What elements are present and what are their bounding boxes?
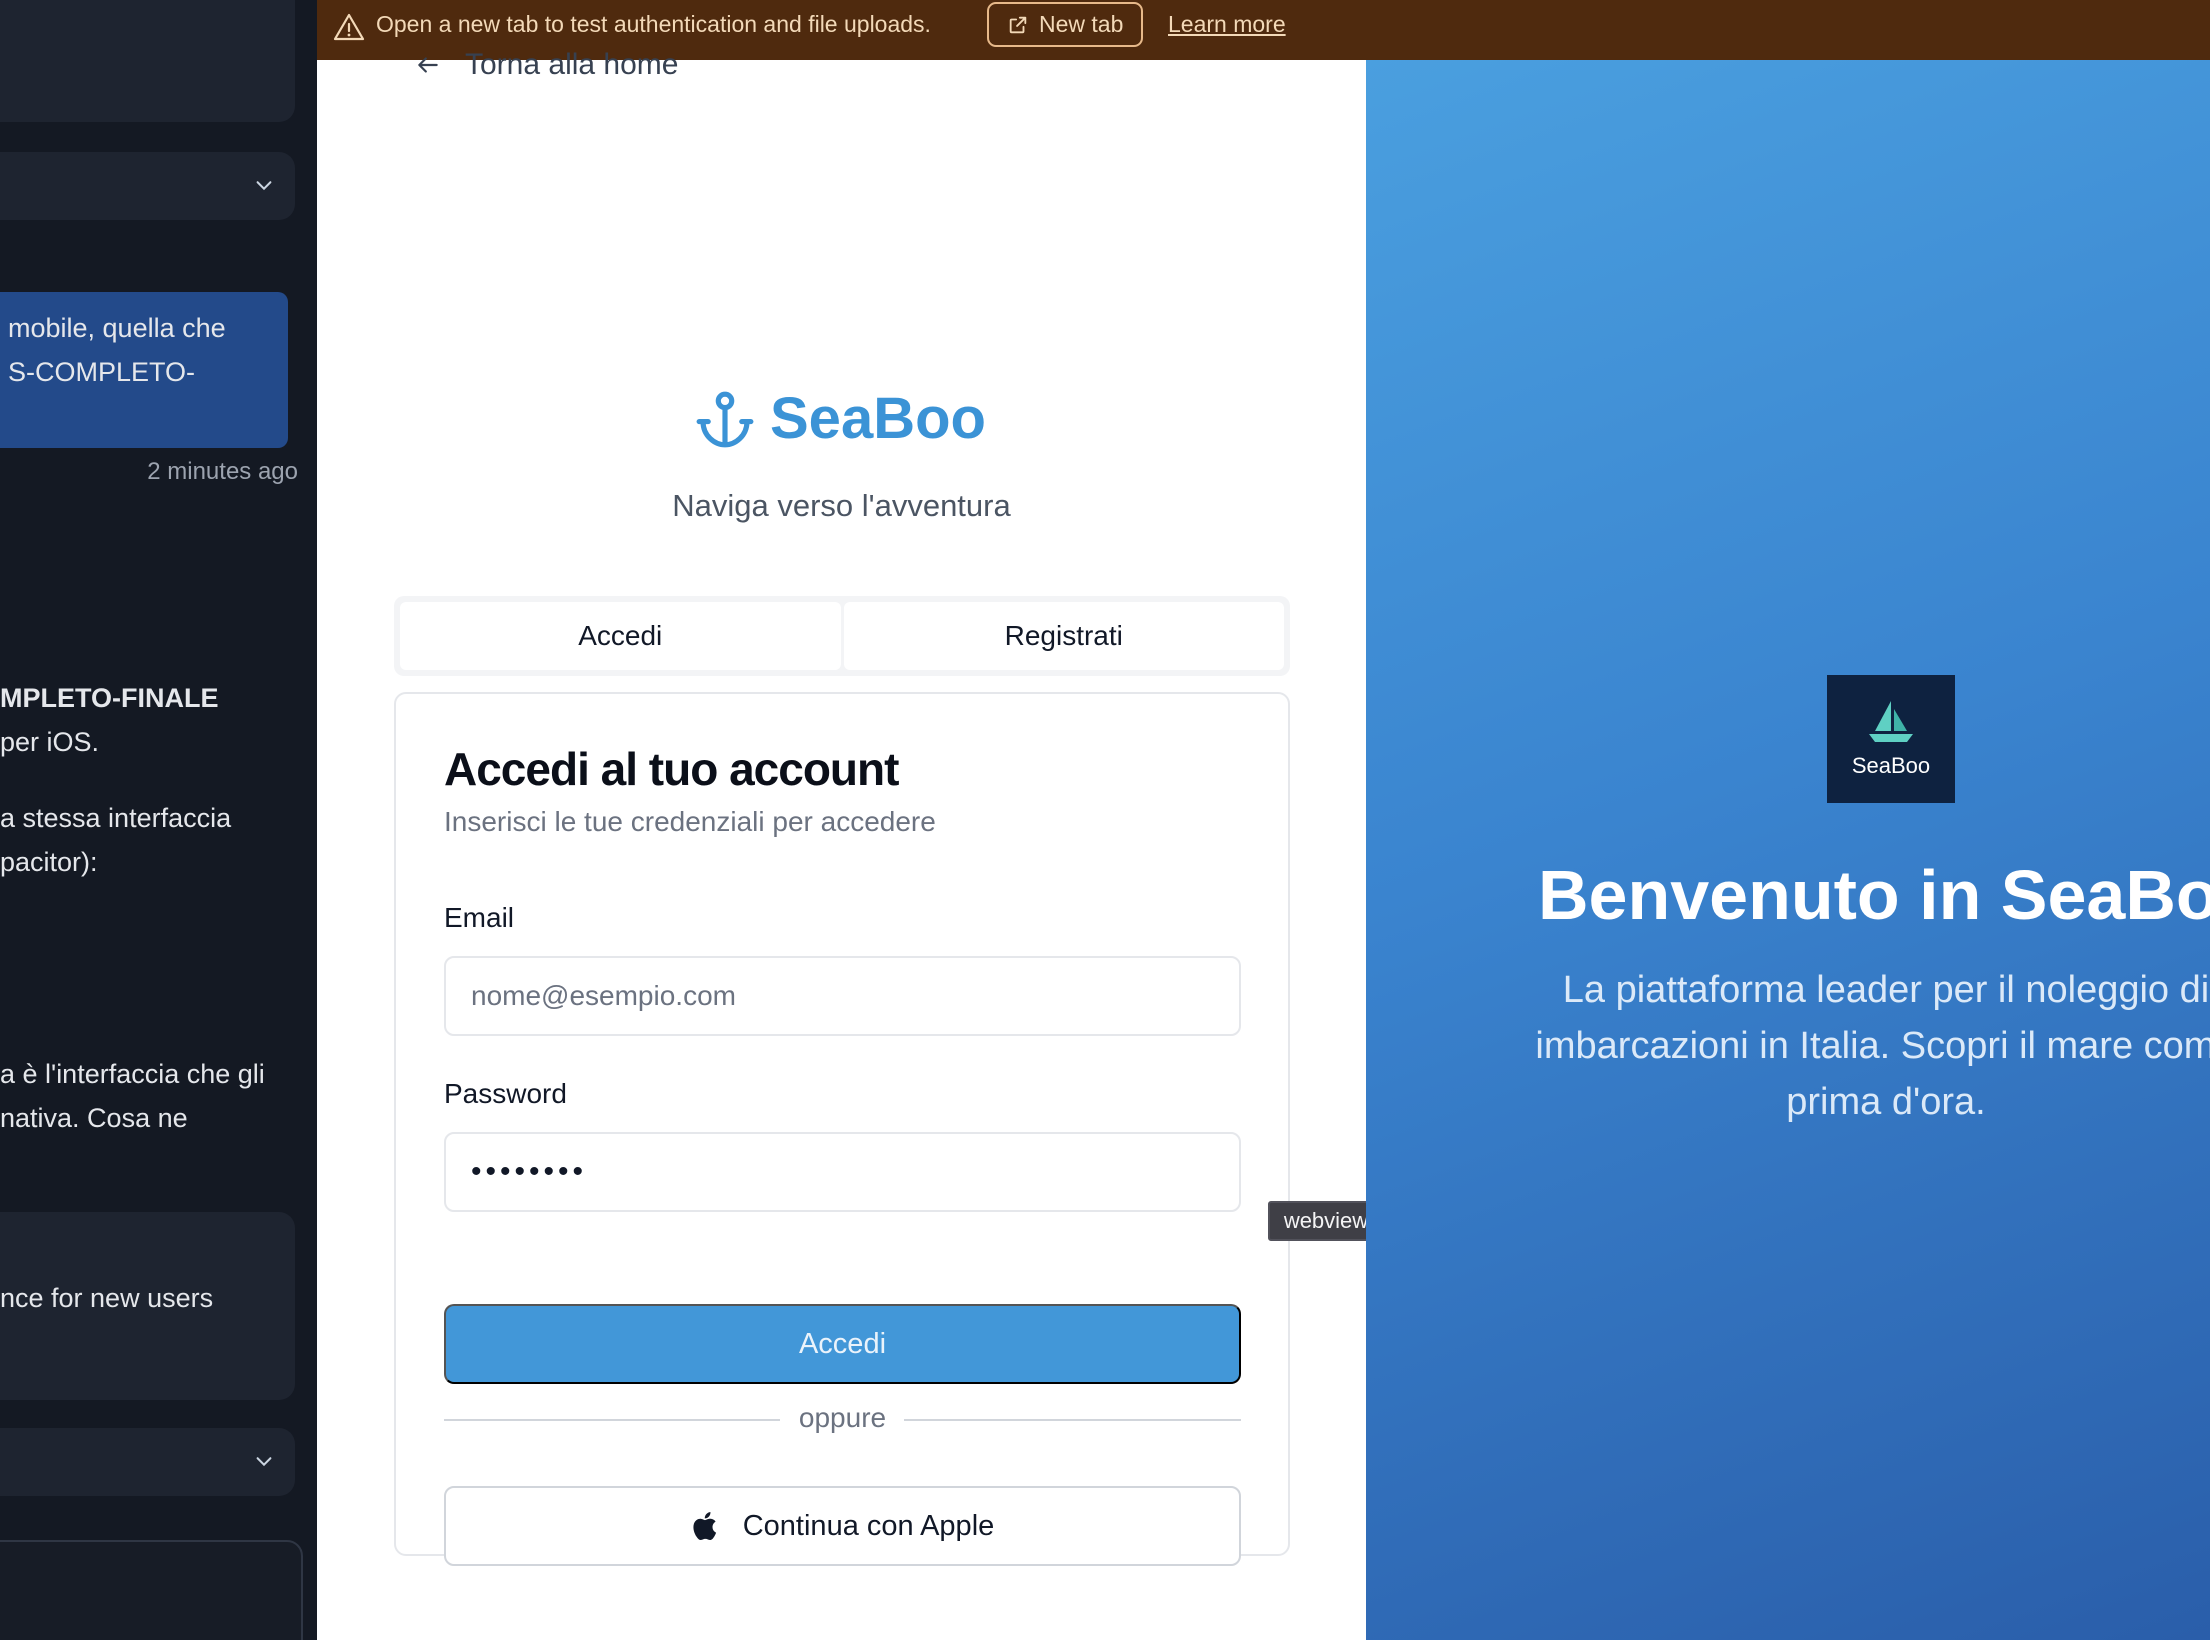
hero-description-line: prima d'ora.: [1786, 1081, 1986, 1123]
bubble-line: S-COMPLETO-: [8, 357, 196, 387]
card-title: Accedi al tuo account: [444, 743, 899, 795]
external-link-icon: [1009, 16, 1027, 33]
chevron-down-icon: [256, 1457, 272, 1467]
arrow-left-icon: [418, 57, 438, 73]
login-card: Accedi al tuo account Inserisci le tue c…: [394, 692, 1290, 1566]
apple-signin-label: Continua con Apple: [742, 1509, 995, 1542]
sidebar-card-text: nce for new users: [0, 1283, 214, 1313]
hero-description: La piattaforma leader per il noleggio di…: [1366, 962, 2210, 1130]
brand-tagline: Naviga verso l'avventura: [672, 488, 1011, 523]
password-label: Password: [444, 1078, 567, 1109]
hero-title: Benvenuto in SeaBoo: [1538, 856, 2210, 934]
hero-logo-text: SeaBoo: [1851, 753, 1931, 778]
sidebar-dropdown-bottom[interactable]: [0, 1428, 295, 1496]
tab-accedi[interactable]: Accedi: [400, 602, 841, 670]
new-tab-label: New tab: [1039, 11, 1124, 37]
login-submit-button[interactable]: Accedi: [444, 1304, 1241, 1384]
chat-text-line: a stessa interfaccia: [0, 803, 232, 833]
tab-registrati[interactable]: Registrati: [843, 602, 1284, 670]
chat-message-bubble: mobile, quella che S-COMPLETO-: [0, 292, 288, 448]
or-divider: oppure: [444, 1394, 1241, 1444]
learn-more-link[interactable]: Learn more: [1168, 11, 1286, 38]
brand-logo: SeaBoo: [694, 385, 986, 452]
apple-icon: [693, 1512, 716, 1541]
chat-sidebar: mobile, quella che S-COMPLETO- 2 minutes…: [0, 0, 317, 1640]
chat-input-box[interactable]: [0, 1540, 303, 1640]
anchor-icon: [696, 391, 754, 447]
hero-logo: SeaBoo: [1827, 675, 1955, 803]
chat-text-line: nativa. Cosa ne: [0, 1103, 188, 1133]
card-subtitle: Inserisci le tue credenziali per acceder…: [444, 806, 936, 837]
email-label: Email: [444, 902, 515, 933]
password-field[interactable]: ••••••••: [444, 1132, 1241, 1212]
bubble-line: mobile, quella che: [8, 313, 226, 343]
chevron-down-icon: [256, 181, 272, 191]
chat-text-line: pacitor):: [0, 847, 98, 877]
login-panel: Torna alla home SeaBoo Naviga verso l'av…: [317, 48, 1366, 1640]
sidebar-card[interactable]: nce for new users: [0, 1212, 295, 1400]
sidebar-dropdown-top[interactable]: [0, 152, 295, 220]
hero-panel: SeaBoo Benvenuto in SeaBoo La piattaform…: [1366, 60, 2210, 1640]
sailboat-icon: [1869, 701, 1913, 742]
chat-text-line: per iOS.: [0, 727, 100, 757]
auth-tabs: Accedi Registrati: [394, 596, 1290, 676]
apple-signin-button[interactable]: Continua con Apple: [444, 1486, 1241, 1566]
back-label: Torna alla home: [465, 48, 679, 81]
hero-description-line: La piattaforma leader per il noleggio di: [1562, 969, 2210, 1011]
message-timestamp: 2 minutes ago: [147, 458, 298, 485]
divider-label: oppure: [798, 1402, 887, 1433]
new-tab-button[interactable]: New tab: [987, 2, 1143, 47]
warning-triangle-icon: [333, 13, 365, 41]
back-to-home-link[interactable]: Torna alla home: [415, 48, 678, 82]
hero-description-line: imbarcazioni in Italia. Scopri il mare c…: [1535, 1025, 2210, 1067]
banner-message: Open a new tab to test authentication an…: [376, 11, 931, 37]
sidebar-top-panel: [0, 0, 295, 122]
email-field[interactable]: nome@esempio.com: [444, 956, 1241, 1036]
brand-name: SeaBoo: [770, 386, 986, 451]
chat-text-line: a è l'interfaccia che gli: [0, 1059, 265, 1089]
chat-text-line: MPLETO-FINALE: [0, 683, 219, 713]
